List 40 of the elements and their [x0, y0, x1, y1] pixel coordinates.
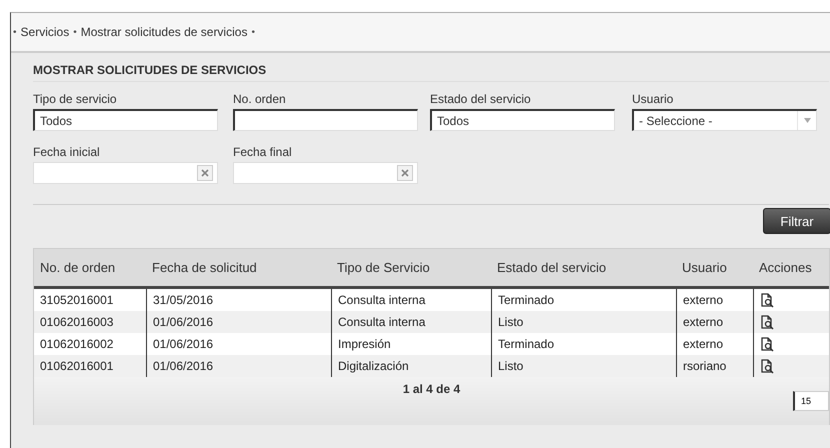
breadcrumb-separator: • — [251, 26, 255, 38]
date-field[interactable] — [233, 162, 418, 184]
clear-button[interactable] — [397, 165, 413, 181]
text-field[interactable]: Todos — [33, 109, 218, 131]
close-icon — [201, 169, 209, 177]
caret-icon — [804, 118, 810, 123]
document-search-icon[interactable] — [760, 336, 774, 352]
text-field[interactable] — [233, 109, 418, 131]
document-search-icon[interactable] — [760, 292, 774, 308]
pagination-summary: 1 al 4 de 4 — [402, 382, 460, 398]
select-field[interactable]: - Seleccione - — [632, 109, 817, 131]
clear-button[interactable] — [197, 165, 213, 181]
close-icon — [401, 169, 409, 177]
section-title: MOSTRAR SOLICITUDES DE SERVICIOS — [33, 63, 829, 82]
field-label: Usuario — [632, 92, 674, 106]
filter-button[interactable]: Filtrar — [763, 208, 830, 234]
column-header: Fecha de solicitud — [151, 259, 258, 277]
column-header: Estado del servicio — [496, 259, 608, 277]
field-label: Tipo de servicio — [33, 92, 118, 106]
text-field[interactable]: Todos — [430, 109, 615, 131]
date-field[interactable] — [33, 162, 218, 184]
table-cell-text: 01062016003 — [39, 314, 114, 331]
document-search-icon[interactable] — [760, 358, 774, 374]
table-cell-text: 31052016001 — [39, 292, 114, 309]
breadcrumb-link[interactable]: Servicios — [20, 25, 70, 39]
column-header: Acciones — [758, 259, 813, 277]
field-label: Fecha inicial — [33, 145, 101, 159]
table-cell-text: 01062016001 — [39, 358, 114, 375]
breadcrumb-link[interactable]: Mostrar solicitudes de servicios — [80, 25, 248, 39]
breadcrumb-separator: • — [73, 26, 77, 38]
field-label: No. orden — [233, 92, 287, 106]
field-label: Fecha final — [233, 145, 293, 159]
column-header: Tipo de Servicio — [336, 259, 431, 277]
field-label: Estado del servicio — [430, 92, 532, 106]
column-header: Usuario — [681, 259, 728, 277]
page-size-field[interactable]: 15 — [793, 391, 829, 411]
breadcrumb-separator: • — [13, 26, 17, 38]
table-cell-text: 01062016002 — [39, 336, 114, 353]
column-header: No. de orden — [39, 259, 116, 277]
document-search-icon[interactable] — [760, 314, 774, 330]
